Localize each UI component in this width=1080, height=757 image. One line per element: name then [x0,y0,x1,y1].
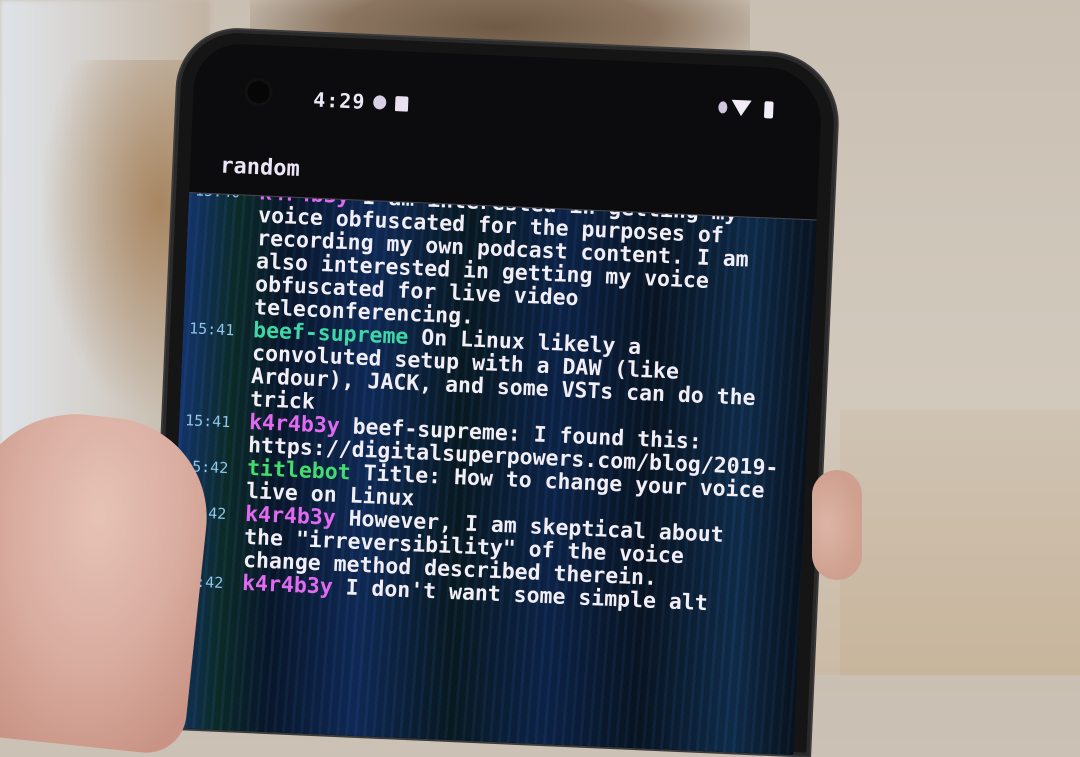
message-time: 15:41 [188,319,235,340]
message-time: 15:41 [184,411,231,432]
message-nick[interactable]: k4r4b3y [242,571,334,600]
status-clock: 4:29 [312,87,366,114]
vpn-key-icon [372,95,387,110]
phone-screen: 4:29 random 15:40 k4r4b3y I am intereste… [165,42,824,756]
channel-title: random [219,153,301,182]
phone-device: 4:29 random 15:40 k4r4b3y I am intereste… [149,27,840,756]
hand-finger [812,470,862,580]
sd-card-icon [394,96,409,112]
hand-thumb [0,403,217,757]
wifi-icon [730,99,752,117]
chat-log[interactable]: 15:40 k4r4b3y I am interested in getting… [165,192,817,756]
background-floor [840,410,1080,675]
battery-icon [763,101,774,119]
status-bar: 4:29 [193,82,822,139]
